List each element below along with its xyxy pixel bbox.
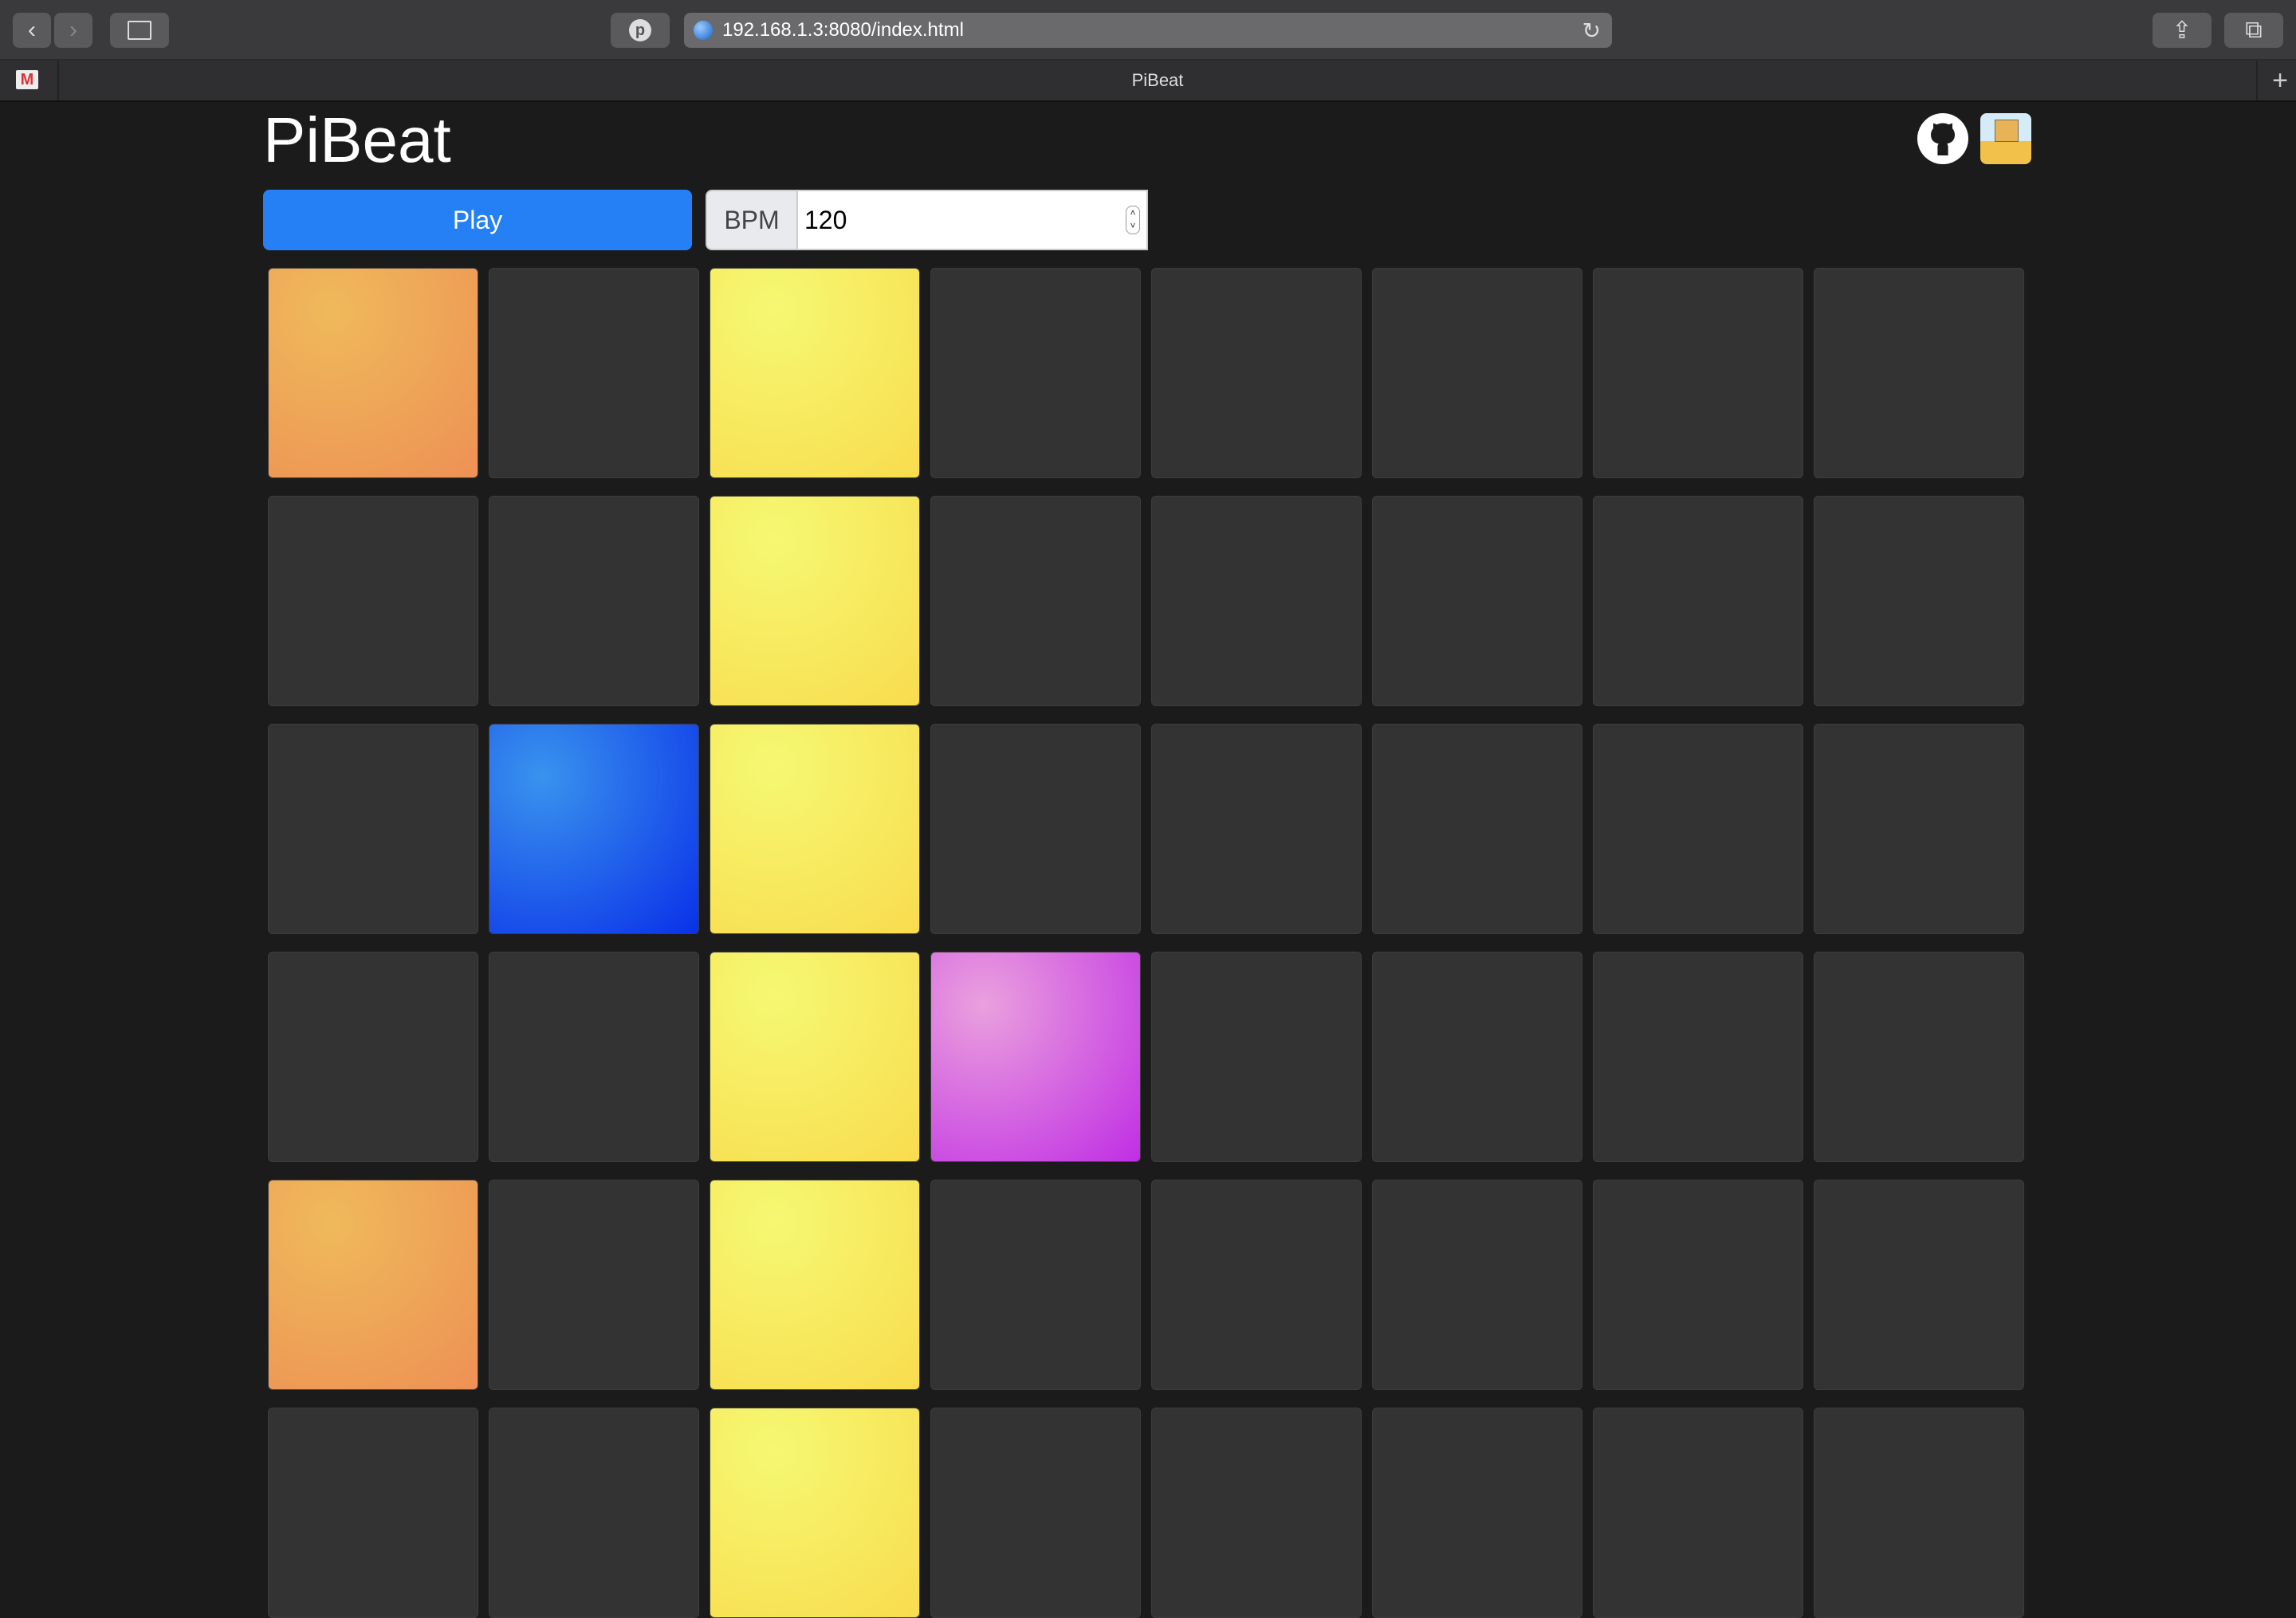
beat-pad-r1-c1-active[interactable] [268, 268, 478, 478]
beat-pad-r6-c5[interactable] [1151, 1408, 1362, 1618]
avatar[interactable] [1980, 113, 2031, 164]
bpm-input[interactable] [798, 190, 1148, 250]
beat-pad-r6-c8[interactable] [1814, 1408, 2024, 1618]
beat-pad-r5-c6[interactable] [1372, 1180, 1582, 1390]
beat-pad-r2-c1[interactable] [268, 496, 478, 706]
browser-toolbar: ‹ › p 192.168.1.3:8080/index.html ↻ ⇪ ⧉ [0, 0, 2296, 61]
beat-pad-r6-c1[interactable] [268, 1408, 478, 1618]
beat-pad-r6-c3-active[interactable] [710, 1408, 920, 1618]
gmail-icon[interactable]: M [16, 70, 38, 89]
beat-pad-r5-c8[interactable] [1814, 1180, 2024, 1390]
beat-pad-r4-c6[interactable] [1372, 952, 1582, 1162]
beat-pad-r3-c2-active[interactable] [489, 724, 699, 934]
beat-pad-r4-c8[interactable] [1814, 952, 2024, 1162]
beat-pad-r1-c8[interactable] [1814, 268, 2024, 478]
pinterest-icon: p [629, 19, 651, 41]
beat-pad-r6-c4[interactable] [930, 1408, 1141, 1618]
beat-grid [268, 268, 2024, 1618]
beat-pad-r3-c1[interactable] [268, 724, 478, 934]
new-tab-icon[interactable]: + [2272, 65, 2288, 96]
beat-pad-r1-c2[interactable] [489, 268, 699, 478]
tabs-button[interactable]: ⧉ [2224, 13, 2283, 48]
beat-pad-r2-c4[interactable] [930, 496, 1141, 706]
play-button[interactable]: Play [263, 190, 692, 250]
beat-pad-r2-c6[interactable] [1372, 496, 1582, 706]
beat-pad-r4-c4-active[interactable] [930, 952, 1141, 1162]
beat-pad-r3-c7[interactable] [1593, 724, 1803, 934]
beat-pad-r4-c2[interactable] [489, 952, 699, 1162]
beat-pad-r5-c3-active[interactable] [710, 1180, 920, 1390]
beat-pad-r1-c5[interactable] [1151, 268, 1362, 478]
beat-pad-r6-c2[interactable] [489, 1408, 699, 1618]
bpm-label: BPM [706, 190, 798, 250]
beat-pad-r2-c8[interactable] [1814, 496, 2024, 706]
back-icon: ‹ [28, 17, 36, 44]
beat-pad-r4-c3-active[interactable] [710, 952, 920, 1162]
forward-icon: › [69, 17, 77, 44]
tabs-icon: ⧉ [2245, 17, 2262, 44]
beat-pad-r2-c2[interactable] [489, 496, 699, 706]
beat-pad-r2-c7[interactable] [1593, 496, 1803, 706]
sidebar-icon [128, 21, 151, 40]
bpm-group: BPM ˄˅ [706, 190, 1148, 250]
beat-pad-r1-c6[interactable] [1372, 268, 1582, 478]
share-button[interactable]: ⇪ [2152, 13, 2211, 48]
forward-button[interactable]: › [54, 13, 92, 48]
tab-title: PiBeat [1132, 70, 1184, 91]
beat-pad-r4-c7[interactable] [1593, 952, 1803, 1162]
github-icon[interactable] [1917, 113, 1968, 164]
beat-pad-r4-c5[interactable] [1151, 952, 1362, 1162]
beat-pad-r4-c1[interactable] [268, 952, 478, 1162]
beat-pad-r3-c3-active[interactable] [710, 724, 920, 934]
beat-pad-r3-c4[interactable] [930, 724, 1141, 934]
beat-pad-r2-c3-active[interactable] [710, 496, 920, 706]
tab-bar: M PiBeat + [0, 61, 2296, 102]
beat-pad-r6-c6[interactable] [1372, 1408, 1582, 1618]
beat-pad-r1-c7[interactable] [1593, 268, 1803, 478]
beat-pad-r5-c7[interactable] [1593, 1180, 1803, 1390]
sidebar-button[interactable] [110, 13, 169, 48]
beat-pad-r5-c4[interactable] [930, 1180, 1141, 1390]
beat-pad-r2-c5[interactable] [1151, 496, 1362, 706]
beat-pad-r5-c5[interactable] [1151, 1180, 1362, 1390]
beat-pad-r3-c5[interactable] [1151, 724, 1362, 934]
tab-pibeat[interactable]: PiBeat [57, 61, 2258, 100]
beat-pad-r1-c3-active[interactable] [710, 268, 920, 478]
beat-pad-r6-c7[interactable] [1593, 1408, 1803, 1618]
beat-pad-r5-c1-active[interactable] [268, 1180, 478, 1390]
globe-icon [694, 21, 713, 40]
reload-icon[interactable]: ↻ [1582, 18, 1601, 44]
beat-pad-r3-c8[interactable] [1814, 724, 2024, 934]
page-title: PiBeat [263, 104, 451, 177]
beat-pad-r1-c4[interactable] [930, 268, 1141, 478]
pinterest-button[interactable]: p [611, 13, 670, 48]
back-button[interactable]: ‹ [13, 13, 51, 48]
url-text: 192.168.1.3:8080/index.html [722, 19, 964, 41]
beat-pad-r5-c2[interactable] [489, 1180, 699, 1390]
bpm-stepper[interactable]: ˄˅ [1126, 206, 1140, 234]
address-bar[interactable]: 192.168.1.3:8080/index.html ↻ [684, 13, 1612, 48]
beat-pad-r3-c6[interactable] [1372, 724, 1582, 934]
share-icon: ⇪ [2172, 17, 2192, 45]
